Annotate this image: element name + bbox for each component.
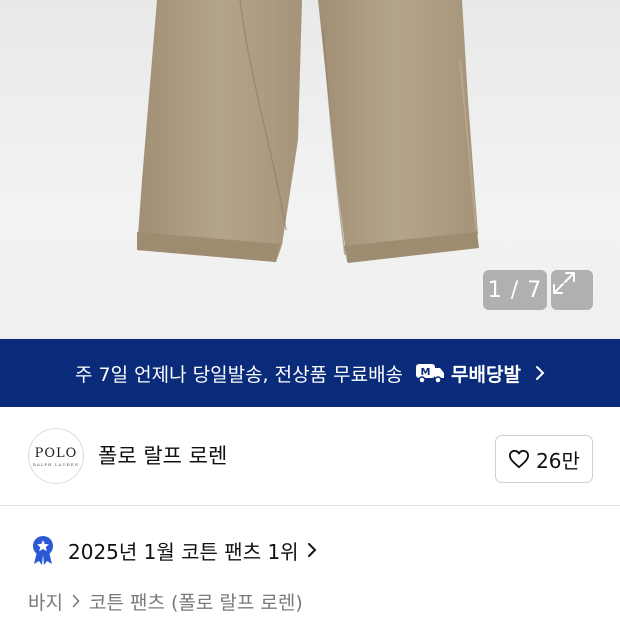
badge-label: 무배당발 bbox=[451, 363, 521, 386]
ranking-link[interactable]: 2025년 1월 코튼 팬츠 1위 bbox=[30, 532, 317, 568]
breadcrumb-item-category[interactable]: 바지 bbox=[28, 588, 63, 615]
chevron-right-icon bbox=[535, 366, 545, 380]
brand-row: POLO RALPH LAUREN 폴로 랄프 로렌 26만 bbox=[0, 407, 620, 506]
heart-outline-icon bbox=[509, 449, 530, 469]
image-counter: 1 / 7 bbox=[483, 270, 547, 310]
product-image-gallery[interactable]: 1 / 7 bbox=[0, 0, 620, 339]
brand-name-link[interactable]: 폴로 랄프 로렌 bbox=[98, 440, 227, 470]
ribbon-badge-icon bbox=[33, 536, 53, 565]
delivery-banner[interactable]: 주 7일 언제나 당일발송, 전상품 무료배송 M 무배당발 bbox=[0, 339, 620, 407]
svg-text:M: M bbox=[421, 367, 431, 378]
expand-icon bbox=[553, 272, 575, 294]
delivery-truck-icon: M bbox=[416, 364, 445, 384]
breadcrumb-item-subcategory[interactable]: 코튼 팬츠 (폴로 랄프 로렌) bbox=[89, 588, 303, 615]
breadcrumb: 바지 코튼 팬츠 (폴로 랄프 로렌) bbox=[28, 588, 303, 615]
like-button[interactable]: 26만 bbox=[495, 435, 593, 483]
logo-sub-text: RALPH LAUREN bbox=[32, 461, 80, 467]
logo-main-text: POLO bbox=[34, 445, 78, 461]
breadcrumb-separator-icon bbox=[72, 591, 80, 613]
brand-logo[interactable]: POLO RALPH LAUREN bbox=[28, 428, 84, 484]
chevron-right-icon bbox=[307, 543, 316, 557]
expand-button[interactable] bbox=[551, 270, 593, 310]
banner-message: 주 7일 언제나 당일발송, 전상품 무료배송 bbox=[75, 363, 404, 386]
like-count: 26만 bbox=[536, 448, 580, 473]
ranking-text: 2025년 1월 코튼 팬츠 1위 bbox=[68, 539, 299, 564]
free-delivery-badge: M 무배당발 bbox=[415, 360, 545, 387]
